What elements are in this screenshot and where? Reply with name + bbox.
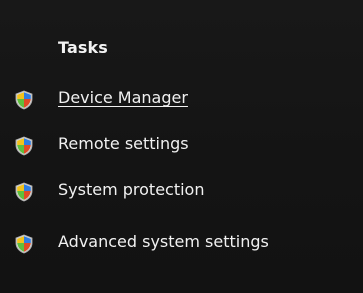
tasks-heading: Tasks: [58, 38, 108, 57]
task-label[interactable]: Remote settings: [58, 134, 189, 154]
task-label[interactable]: Device Manager: [58, 88, 188, 108]
task-label[interactable]: Advanced system settings: [58, 232, 269, 252]
uac-shield-icon: [13, 181, 35, 203]
tasks-panel: Tasks Device Manager Remote settings Sys…: [0, 0, 363, 293]
task-label[interactable]: System protection: [58, 180, 204, 200]
uac-shield-icon: [13, 89, 35, 111]
task-device-manager[interactable]: Device Manager: [0, 84, 363, 114]
uac-shield-icon: [13, 135, 35, 157]
uac-shield-icon: [13, 233, 35, 255]
task-advanced-system-settings[interactable]: Advanced system settings: [0, 228, 363, 258]
task-system-protection[interactable]: System protection: [0, 176, 363, 206]
task-remote-settings[interactable]: Remote settings: [0, 130, 363, 160]
